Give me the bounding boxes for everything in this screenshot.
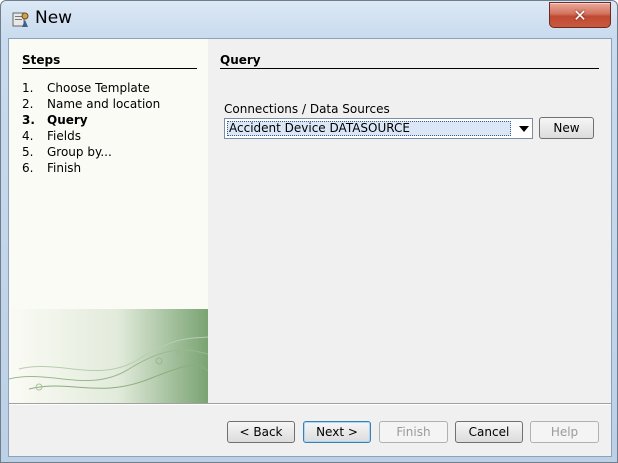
page-title: Query <box>220 53 599 69</box>
connections-label: Connections / Data Sources <box>224 102 390 116</box>
step-number: 6. <box>22 161 34 175</box>
steps-panel: Steps 1. Choose Template 2. Name and locat… <box>9 39 208 403</box>
step-name-and-location: 2. Name and location <box>22 97 160 113</box>
step-label: Query <box>47 113 88 127</box>
step-number: 3. <box>22 113 35 127</box>
step-label: Choose Template <box>47 81 150 95</box>
wizard-app-icon <box>12 12 29 27</box>
new-connection-button[interactable]: New <box>539 117 594 139</box>
step-label: Name and location <box>47 97 161 111</box>
step-choose-template: 1. Choose Template <box>22 81 150 97</box>
window-title: New <box>35 8 73 28</box>
chevron-down-icon[interactable] <box>519 126 529 132</box>
step-label: Finish <box>47 161 82 175</box>
step-number: 5. <box>22 145 34 159</box>
step-number: 1. <box>22 81 34 95</box>
finish-button[interactable]: Finish <box>379 421 448 443</box>
step-group-by: 5. Group by... <box>22 145 112 161</box>
next-button[interactable]: Next > <box>303 421 371 443</box>
close-button[interactable]: ✕ <box>549 2 611 28</box>
title-bar[interactable]: New ✕ <box>1 1 617 37</box>
new-wizard-window: New ✕ Steps 1. Choose Template 2. Name and… <box>0 0 618 463</box>
selected-connection: Accident Device DATASOURCE <box>227 121 511 136</box>
step-label: Fields <box>47 129 81 143</box>
back-button[interactable]: < Back <box>227 421 295 443</box>
step-query: 3. Query <box>22 113 88 129</box>
connections-dropdown[interactable]: Accident Device DATASOURCE <box>224 118 533 139</box>
step-number: 2. <box>22 97 34 111</box>
help-button[interactable]: Help <box>530 421 599 443</box>
steps-title: Steps <box>22 53 197 69</box>
step-fields: 4. Fields <box>22 129 81 145</box>
cancel-button[interactable]: Cancel <box>455 421 523 443</box>
close-icon: ✕ <box>573 5 587 25</box>
footer-divider-highlight <box>9 404 611 405</box>
step-number: 4. <box>22 129 34 143</box>
step-finish: 6. Finish <box>22 161 81 177</box>
wizard-content: Steps 1. Choose Template 2. Name and locat… <box>8 38 612 457</box>
decorative-swirl-graphic <box>9 309 208 403</box>
step-label: Group by... <box>47 145 112 159</box>
